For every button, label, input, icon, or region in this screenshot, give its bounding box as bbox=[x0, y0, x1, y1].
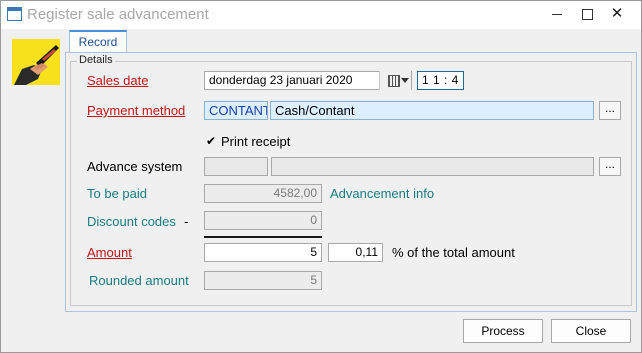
rounded-amount-label: Rounded amount bbox=[89, 273, 189, 288]
advance-system-label: Advance system bbox=[87, 159, 183, 174]
payment-method-label: Payment method bbox=[87, 103, 186, 118]
print-receipt-checkbox[interactable]: ✔ bbox=[206, 135, 218, 147]
payment-method-name-input[interactable]: Cash/Contant bbox=[270, 101, 594, 120]
to-be-paid-value: 4582,00 bbox=[204, 184, 322, 203]
rounded-amount-value: 5 bbox=[204, 271, 322, 290]
advance-system-name-input[interactable] bbox=[271, 157, 594, 176]
window-title: Register sale advancement bbox=[27, 6, 209, 23]
chevron-down-icon bbox=[401, 78, 409, 83]
dialog-window: Register sale advancement ✕ Record Detai… bbox=[0, 0, 642, 353]
sales-date-label: Sales date bbox=[87, 73, 149, 88]
tab-record[interactable]: Record bbox=[69, 30, 127, 54]
date-picker-button[interactable] bbox=[379, 71, 411, 90]
amount-input[interactable]: 5 bbox=[204, 243, 322, 262]
payment-method-browse-button[interactable]: ... bbox=[599, 101, 621, 120]
details-legend: Details bbox=[77, 54, 115, 66]
process-button[interactable]: Process bbox=[463, 319, 543, 343]
advancement-info-link[interactable]: Advancement info bbox=[330, 186, 434, 201]
maximize-button[interactable] bbox=[575, 3, 599, 25]
percent-input[interactable]: 0,11 bbox=[328, 243, 383, 262]
to-be-paid-label: To be paid bbox=[87, 186, 147, 201]
sales-date-value: donderdag 23 januari 2020 bbox=[209, 73, 353, 87]
payment-method-code-input[interactable]: CONTANT bbox=[204, 101, 268, 120]
window-icon bbox=[7, 7, 22, 21]
discount-codes-value: 0 bbox=[204, 211, 322, 230]
percent-of-total-label: % of the total amount bbox=[392, 245, 515, 260]
sale-logo-icon bbox=[12, 39, 60, 85]
discount-codes-dash: - bbox=[184, 214, 189, 229]
close-button[interactable]: Close bbox=[551, 319, 631, 343]
amount-label: Amount bbox=[87, 245, 132, 260]
close-window-button[interactable]: ✕ bbox=[605, 3, 629, 25]
advance-system-code-input[interactable] bbox=[204, 157, 268, 176]
calendar-icon bbox=[388, 75, 400, 87]
discount-codes-label: Discount codes bbox=[87, 214, 176, 229]
discount-divider bbox=[204, 236, 322, 238]
title-bar: Register sale advancement ✕ bbox=[1, 1, 641, 29]
advance-system-browse-button[interactable]: ... bbox=[599, 157, 621, 176]
sales-time-input[interactable]: 1 1 : 4 4 bbox=[417, 71, 464, 90]
print-receipt-label: Print receipt bbox=[221, 134, 291, 149]
minimize-button[interactable] bbox=[545, 3, 569, 25]
details-group bbox=[70, 61, 632, 306]
